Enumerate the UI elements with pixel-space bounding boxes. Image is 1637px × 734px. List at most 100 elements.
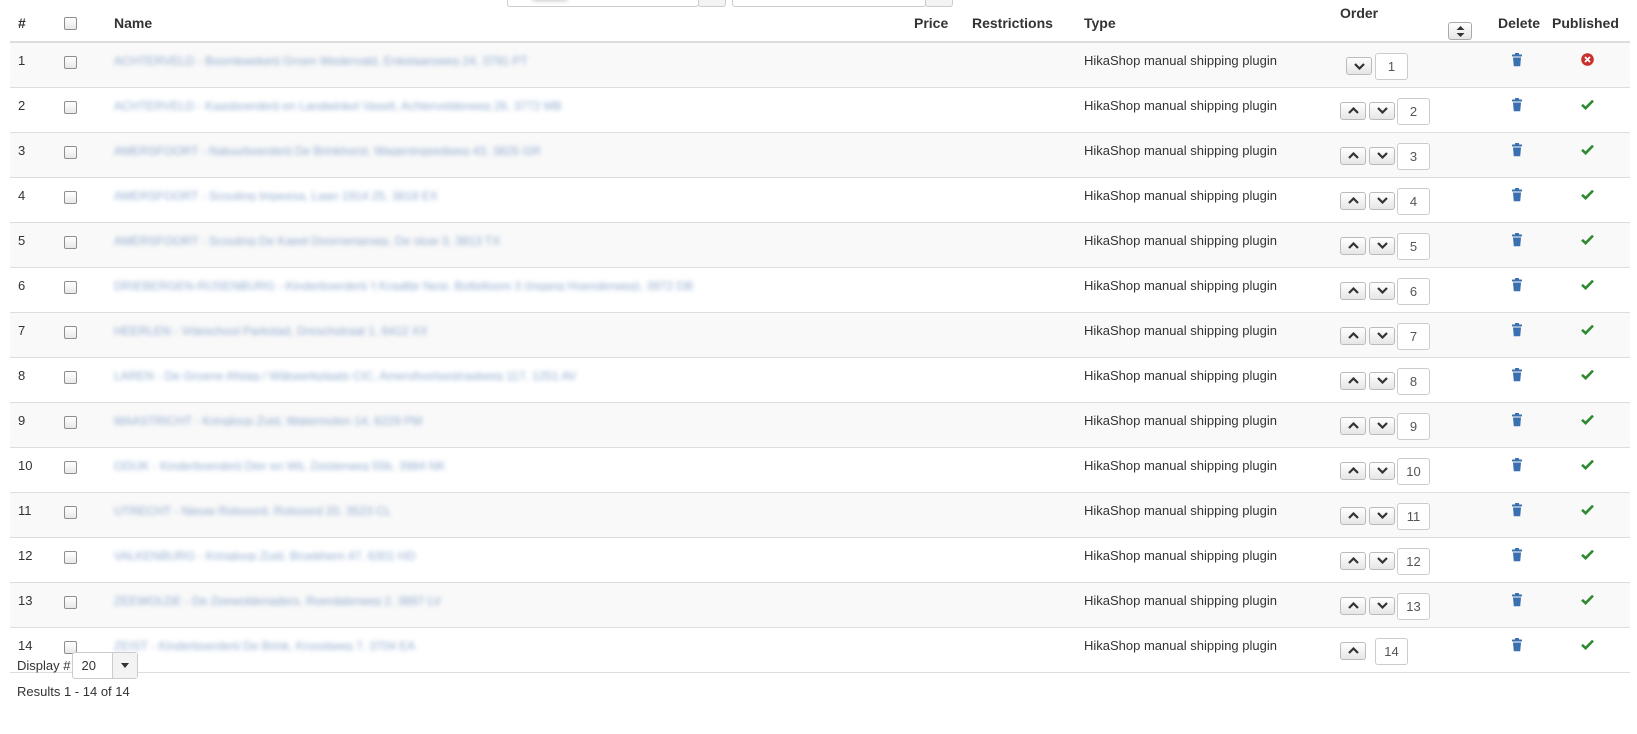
move-down-button[interactable] <box>1369 281 1395 300</box>
order-input[interactable]: 5 <box>1397 232 1430 260</box>
move-up-button[interactable] <box>1340 101 1366 120</box>
delete-button[interactable] <box>1511 367 1523 385</box>
move-up-button[interactable] <box>1340 191 1366 210</box>
move-down-button[interactable] <box>1369 551 1395 570</box>
move-down-button[interactable] <box>1369 146 1395 165</box>
shipping-method-name-link[interactable]: AMERSFOORT - Natuurboerderij De Brinkhor… <box>114 144 541 156</box>
order-input[interactable]: 9 <box>1397 412 1430 440</box>
move-down-button[interactable] <box>1369 371 1395 390</box>
delete-button[interactable] <box>1511 97 1523 115</box>
delete-button[interactable] <box>1511 277 1523 295</box>
move-down-button[interactable] <box>1346 57 1372 75</box>
move-up-button[interactable] <box>1340 551 1366 570</box>
delete-button[interactable] <box>1511 232 1523 250</box>
move-up-button[interactable] <box>1340 326 1366 345</box>
row-checkbox[interactable] <box>64 190 77 204</box>
delete-button[interactable] <box>1511 547 1523 565</box>
delete-button[interactable] <box>1511 457 1523 475</box>
col-header-type[interactable]: Type <box>1076 4 1332 43</box>
delete-button[interactable] <box>1511 53 1523 70</box>
delete-button[interactable] <box>1511 412 1523 430</box>
publish-toggle[interactable] <box>1580 188 1594 203</box>
publish-toggle[interactable] <box>1580 98 1594 113</box>
shipping-method-name-link[interactable]: VALKENBURG - Kringloop Zuid, Broekhem 47… <box>114 549 415 561</box>
move-up-button[interactable] <box>1340 461 1366 480</box>
row-checkbox[interactable] <box>64 505 77 519</box>
order-input[interactable]: 3 <box>1397 142 1430 170</box>
publish-toggle[interactable] <box>1580 233 1594 248</box>
move-up-button[interactable] <box>1340 281 1366 300</box>
col-header-price[interactable]: Price <box>906 4 964 43</box>
delete-button[interactable] <box>1511 322 1523 340</box>
move-down-button[interactable] <box>1369 506 1395 525</box>
row-checkbox[interactable] <box>64 415 77 429</box>
order-input[interactable]: 10 <box>1397 457 1430 485</box>
move-up-button[interactable] <box>1340 236 1366 255</box>
publish-toggle[interactable] <box>1580 503 1594 518</box>
row-checkbox[interactable] <box>64 550 77 564</box>
shipping-method-name-link[interactable]: DRIEBERGEN-RIJSENBURG - Kinderboerderij … <box>114 279 693 291</box>
order-input[interactable]: 4 <box>1397 187 1430 215</box>
move-down-button[interactable] <box>1369 191 1395 210</box>
row-checkbox[interactable] <box>64 235 77 249</box>
shipping-method-name-link[interactable]: ACHTERVELD - Boomkwekerij Groen Wederval… <box>114 54 528 66</box>
publish-toggle[interactable] <box>1580 458 1594 473</box>
shipping-method-name-link[interactable]: UTRECHT - Nieuw Rotsoord, Rotsoord 20, 3… <box>114 504 391 516</box>
order-input[interactable]: 12 <box>1397 547 1430 575</box>
publish-toggle[interactable] <box>1580 548 1594 563</box>
delete-button[interactable] <box>1511 502 1523 520</box>
move-down-button[interactable] <box>1369 596 1395 615</box>
shipping-method-name-link[interactable]: MAASTRICHT - Kringloop Zuid, Watermolen … <box>114 414 422 426</box>
row-checkbox[interactable] <box>64 56 77 69</box>
display-limit-select[interactable]: 20 <box>72 652 139 679</box>
publish-toggle[interactable] <box>1580 413 1594 428</box>
move-down-button[interactable] <box>1369 101 1395 120</box>
row-checkbox[interactable] <box>64 370 77 384</box>
move-down-button[interactable] <box>1369 416 1395 435</box>
order-input[interactable]: 14 <box>1375 637 1408 665</box>
publish-toggle[interactable] <box>1580 323 1594 338</box>
order-input[interactable]: 1 <box>1375 53 1408 80</box>
delete-button[interactable] <box>1511 187 1523 205</box>
move-up-button[interactable] <box>1340 416 1366 435</box>
shipping-method-name-link[interactable]: AMERSFOORT - Scouting Impeesa, Laan 1914… <box>114 189 438 201</box>
row-checkbox[interactable] <box>64 595 77 609</box>
move-down-button[interactable] <box>1369 461 1395 480</box>
move-up-button[interactable] <box>1340 506 1366 525</box>
row-checkbox[interactable] <box>64 280 77 294</box>
shipping-method-name-link[interactable]: HEERLEN - Vrijeschool Parkstad, Dreschst… <box>114 324 428 336</box>
shipping-method-name-link[interactable]: LAREN - De Groene Afslag / Wijkwerkplaat… <box>114 369 576 381</box>
col-header-published[interactable]: Published <box>1544 4 1630 43</box>
move-up-button[interactable] <box>1340 146 1366 165</box>
move-down-button[interactable] <box>1369 326 1395 345</box>
delete-button[interactable] <box>1511 142 1523 160</box>
order-input[interactable]: 2 <box>1397 97 1430 125</box>
shipping-method-name-link[interactable]: ZEIST - Kinderboerderij De Brink, Kroost… <box>114 639 415 651</box>
publish-toggle[interactable] <box>1580 638 1594 653</box>
shipping-method-name-link[interactable]: ZEEWOLDE - De Zeewoldenaders, Roerdalerw… <box>114 594 441 606</box>
order-label[interactable]: Order <box>1340 5 1378 21</box>
select-all-checkbox[interactable] <box>64 17 77 31</box>
order-input[interactable]: 7 <box>1397 322 1430 350</box>
publish-toggle[interactable] <box>1580 368 1594 383</box>
move-up-button[interactable] <box>1340 371 1366 390</box>
delete-button[interactable] <box>1511 592 1523 610</box>
order-input[interactable]: 6 <box>1397 277 1430 305</box>
shipping-method-name-link[interactable]: AMERSFOORT - Scouting De Kaeel Doornengr… <box>114 234 500 246</box>
move-up-button[interactable] <box>1340 596 1366 615</box>
move-up-button[interactable] <box>1340 641 1366 660</box>
shipping-method-name-link[interactable]: ACHTERVELD - Kaasboerderij en Landwinkel… <box>114 99 562 111</box>
delete-button[interactable] <box>1511 637 1523 655</box>
publish-toggle[interactable] <box>1580 278 1594 293</box>
publish-toggle[interactable] <box>1580 53 1594 69</box>
move-down-button[interactable] <box>1369 236 1395 255</box>
order-input[interactable]: 11 <box>1397 502 1430 530</box>
save-order-button[interactable] <box>1448 21 1472 40</box>
row-checkbox[interactable] <box>64 325 77 339</box>
shipping-method-name-link[interactable]: ODIJK - Kinderboerderij Dier en Wij, Zei… <box>114 459 445 471</box>
publish-toggle[interactable] <box>1580 593 1594 608</box>
row-checkbox[interactable] <box>64 460 77 474</box>
row-checkbox[interactable] <box>64 100 77 114</box>
row-checkbox[interactable] <box>64 145 77 159</box>
publish-toggle[interactable] <box>1580 143 1594 158</box>
